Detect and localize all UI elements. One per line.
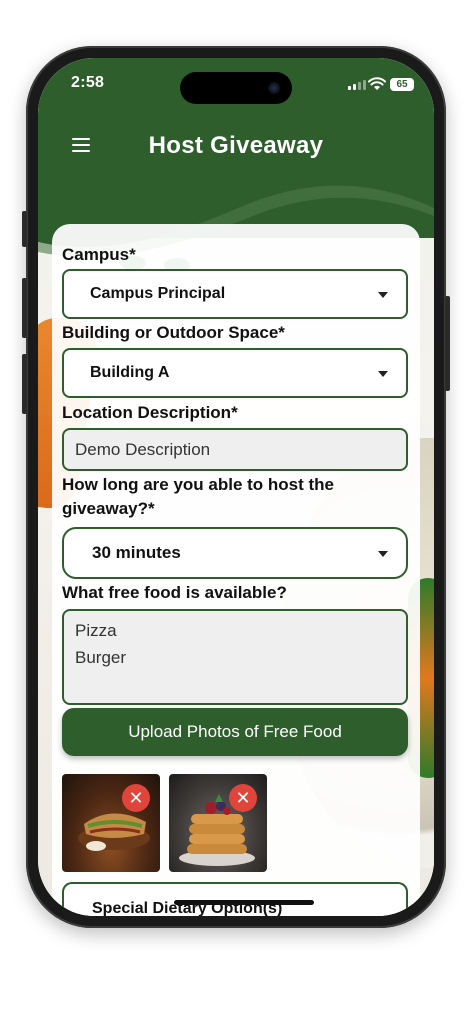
food-label: What free food is available?	[62, 583, 287, 602]
building-value: Building A	[90, 364, 170, 381]
food-photo-sandwich[interactable]: ✕	[62, 774, 160, 872]
food-textarea[interactable]: Pizza Burger	[62, 609, 408, 705]
building-select[interactable]: Building A	[62, 348, 408, 398]
dynamic-island	[180, 72, 292, 104]
phone-frame: 2:58 65 Host Giveaway Campus* Campus Pri…	[22, 46, 450, 928]
caret-down-icon	[378, 551, 388, 557]
caret-down-icon	[378, 292, 388, 298]
duration-label-line1: How long are you able to host the	[62, 475, 335, 494]
status-bar: 2:58 65	[38, 72, 434, 104]
food-line: Burger	[75, 648, 127, 667]
campus-label: Campus*	[62, 245, 136, 264]
battery-icon: 65	[390, 78, 414, 91]
food-line: Pizza	[75, 621, 117, 640]
duration-label-line2: giveaway?*	[62, 499, 155, 518]
page-title: Host Giveaway	[148, 132, 324, 159]
location-input[interactable]: Demo Description	[62, 428, 408, 471]
wifi-icon	[368, 77, 386, 90]
building-label: Building or Outdoor Space*	[62, 323, 285, 342]
caret-down-icon	[378, 371, 388, 377]
close-icon[interactable]: ✕	[122, 784, 150, 812]
duration-select[interactable]: 30 minutes	[62, 527, 408, 579]
food-photo-pancakes[interactable]: ✕	[169, 774, 267, 872]
location-label: Location Description*	[62, 403, 238, 422]
location-value: Demo Description	[75, 439, 211, 459]
status-time: 2:58	[71, 74, 105, 91]
campus-value: Campus Principal	[90, 285, 226, 302]
cellular-signal-icon	[348, 80, 366, 90]
duration-value: 30 minutes	[92, 543, 181, 562]
special-dietary-select[interactable]: Special Dietary Option(s)	[62, 882, 408, 916]
campus-select[interactable]: Campus Principal	[62, 269, 408, 319]
close-icon[interactable]: ✕	[229, 784, 257, 812]
volume-up-button	[22, 278, 27, 338]
volume-down-button	[22, 354, 27, 414]
screen: 2:58 65 Host Giveaway Campus* Campus Pri…	[38, 58, 434, 916]
action-button	[22, 211, 27, 247]
power-button	[445, 296, 450, 391]
upload-photos-button[interactable]: Upload Photos of Free Food	[62, 708, 408, 756]
home-indicator[interactable]	[174, 900, 314, 905]
